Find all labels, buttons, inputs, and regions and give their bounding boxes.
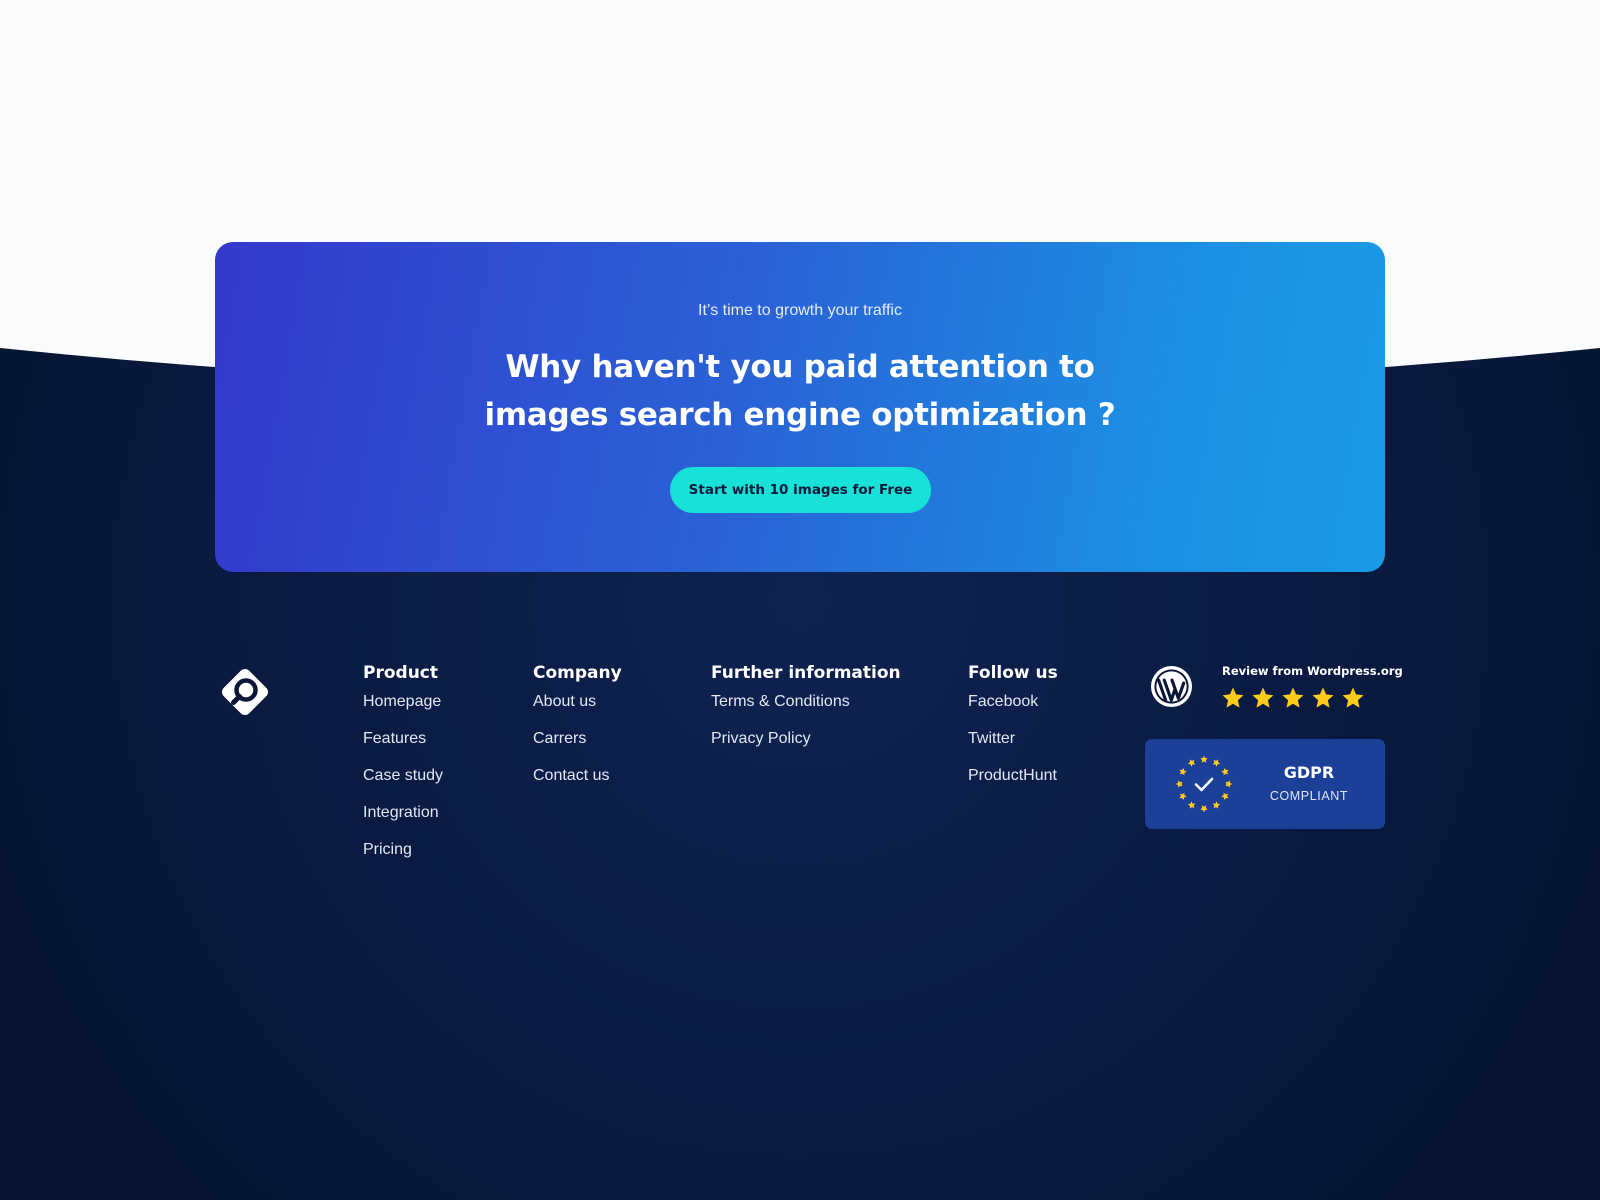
footer-link-about-us[interactable]: About us <box>533 689 622 715</box>
footer-link-homepage[interactable]: Homepage <box>363 689 443 715</box>
eu-stars-icon <box>1175 755 1233 813</box>
cta-headline-line-1: Why haven't you paid attention to <box>505 349 1095 385</box>
star-icon <box>1342 687 1364 708</box>
footer-link-privacy-policy[interactable]: Privacy Policy <box>711 726 901 752</box>
gdpr-subtitle: COMPLIANT <box>1269 789 1349 803</box>
cta-headline-line-2: images search engine optimization ? <box>484 397 1116 433</box>
footer-column-company: Company About us Carrers Contact us <box>533 660 622 789</box>
checkmark-icon <box>1194 777 1214 792</box>
footer-column-title: Follow us <box>968 663 1058 683</box>
footer-column-title: Company <box>533 663 622 683</box>
gdpr-title: GDPR <box>1283 763 1335 782</box>
footer-link-contact-us[interactable]: Contact us <box>533 763 622 789</box>
star-icon <box>1282 687 1304 708</box>
footer-column-title: Product <box>363 663 438 683</box>
footer-link-facebook[interactable]: Facebook <box>968 689 1058 715</box>
logo-icon[interactable] <box>214 661 276 723</box>
star-icon <box>1312 687 1334 708</box>
gdpr-badge: GDPR COMPLIANT <box>1145 739 1385 829</box>
star-icon <box>1252 687 1274 708</box>
footer-link-careers[interactable]: Carrers <box>533 726 622 752</box>
start-free-button[interactable]: Start with 10 images for Free <box>670 467 931 513</box>
footer-link-twitter[interactable]: Twitter <box>968 726 1058 752</box>
cta-headline: Why haven't you paid attention to images… <box>215 343 1385 439</box>
footer-link-pricing[interactable]: Pricing <box>363 837 443 863</box>
cta-eyebrow: It’s time to growth your traffic <box>698 302 902 319</box>
footer-background <box>0 348 1600 1200</box>
review-label: Review from Wordpress.org <box>1222 664 1403 678</box>
footer-column-product: Product Homepage Features Case study Int… <box>363 660 443 863</box>
star-icon <box>1222 687 1244 708</box>
wordpress-icon <box>1150 665 1193 708</box>
footer-link-producthunt[interactable]: ProductHunt <box>968 763 1058 789</box>
rating-stars <box>1221 686 1365 710</box>
footer-column-further-information: Further information Terms & Conditions P… <box>711 660 901 752</box>
footer-link-terms[interactable]: Terms & Conditions <box>711 689 901 715</box>
footer-column-title: Further information <box>711 663 901 683</box>
footer-link-integration[interactable]: Integration <box>363 800 443 826</box>
wordpress-review[interactable]: Review from Wordpress.org <box>1148 660 1403 716</box>
footer-link-features[interactable]: Features <box>363 726 443 752</box>
footer-link-case-study[interactable]: Case study <box>363 763 443 789</box>
footer-column-follow-us: Follow us Facebook Twitter ProductHunt <box>968 660 1058 789</box>
cta-banner: It’s time to growth your traffic Why hav… <box>215 242 1385 572</box>
